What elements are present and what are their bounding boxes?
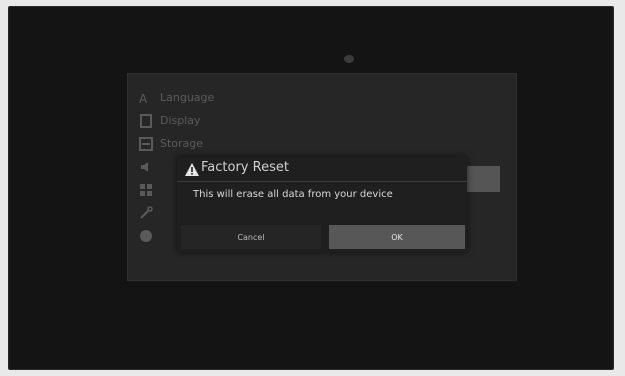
apps-icon (138, 182, 154, 198)
globe-icon (138, 228, 154, 244)
storage-icon (138, 136, 154, 152)
svg-text:A: A (139, 92, 148, 105)
warning-icon (185, 161, 199, 176)
dialog-title: Factory Reset (201, 160, 289, 175)
settings-item-language[interactable]: A Language (138, 86, 498, 109)
factory-reset-dialog: Factory Reset This will erase all data f… (177, 157, 467, 252)
settings-item-label: Language (160, 91, 215, 104)
side-panel-block (462, 166, 500, 192)
language-icon: A (138, 90, 154, 106)
camera-icon (344, 55, 354, 63)
settings-item-display[interactable]: Display (138, 109, 498, 132)
settings-item-label: Display (160, 114, 201, 127)
dialog-divider (177, 181, 467, 182)
dialog-message: This will erase all data from your devic… (193, 189, 393, 200)
display-icon (138, 113, 154, 129)
photo-background: A Language Display Storage Factory Reset… (0, 0, 625, 376)
tablet-bezel: A Language Display Storage Factory Reset… (8, 6, 614, 370)
cancel-button[interactable]: Cancel (181, 225, 321, 249)
ok-button[interactable]: OK (329, 225, 465, 249)
wrench-icon (138, 205, 154, 221)
settings-item-label: Storage (160, 137, 204, 150)
sound-icon (138, 159, 154, 175)
settings-item-storage[interactable]: Storage (138, 132, 498, 155)
